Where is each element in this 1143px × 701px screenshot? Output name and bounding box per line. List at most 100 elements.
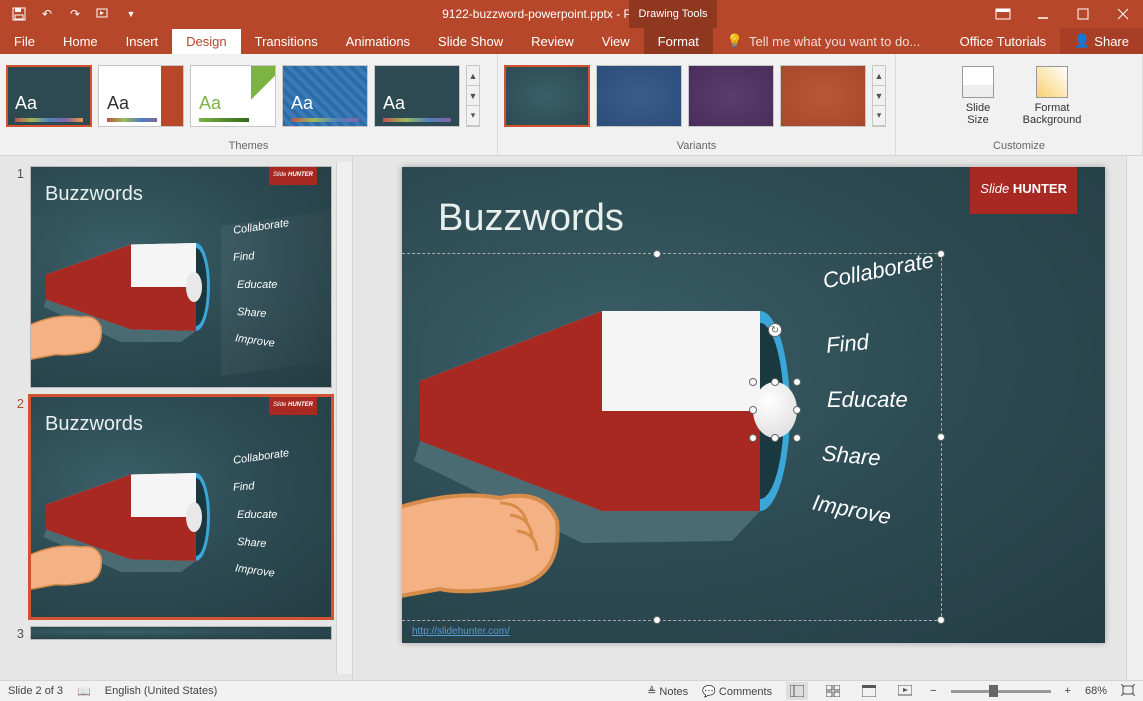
titlebar: ↶ ↷ ▼ 9122-buzzword-powerpoint.pptx - Po… xyxy=(0,0,1143,28)
ribbon-group-themes: Aa Aa Aa Aa Aa ▲▼▾ Themes xyxy=(0,54,498,155)
ribbon-options-button[interactable] xyxy=(983,0,1023,28)
slide-title-text[interactable]: Buzzwords xyxy=(438,197,624,240)
status-language[interactable]: English (United States) xyxy=(105,685,218,697)
theme-aa: Aa xyxy=(291,93,313,114)
status-slide-indicator[interactable]: Slide 2 of 3 xyxy=(8,685,63,697)
tab-slideshow[interactable]: Slide Show xyxy=(424,29,517,54)
editor-scrollbar[interactable] xyxy=(1126,156,1143,680)
megaphone-graphic[interactable] xyxy=(402,263,832,623)
slide-canvas[interactable]: Buzzwords Slide HUNTER Collaborate Find … xyxy=(402,167,1105,643)
slide-number: 2 xyxy=(10,396,24,618)
notes-label: Notes xyxy=(659,686,688,698)
comments-label: Comments xyxy=(719,686,772,698)
thumb-logo-prefix: Slide xyxy=(273,172,286,178)
tab-view[interactable]: View xyxy=(588,29,644,54)
thumb-logo-suffix: HUNTER xyxy=(288,402,313,408)
slide-thumb-2[interactable]: Buzzwords Slide HUNTER Collaborate Find … xyxy=(30,396,332,618)
slide-thumb-1[interactable]: Buzzwords Slide HUNTER Collaborate Find … xyxy=(30,166,332,388)
slide-logo[interactable]: Slide HUNTER xyxy=(970,167,1077,214)
normal-view-button[interactable] xyxy=(786,682,808,700)
rotation-handle[interactable]: ↻ xyxy=(768,323,782,337)
slide-number: 1 xyxy=(10,166,24,388)
slideshow-view-button[interactable] xyxy=(894,682,916,700)
close-button[interactable] xyxy=(1103,0,1143,28)
variant-thumb-4[interactable] xyxy=(780,65,866,127)
maximize-button[interactable] xyxy=(1063,0,1103,28)
spellcheck-icon[interactable]: 📖 xyxy=(77,685,91,698)
thumb-logo-suffix: HUNTER xyxy=(288,172,313,178)
fit-to-window-button[interactable] xyxy=(1121,684,1135,699)
slide-size-icon xyxy=(962,66,994,98)
variant-thumb-2[interactable] xyxy=(596,65,682,127)
tellme-placeholder: Tell me what you want to do... xyxy=(749,34,920,49)
buzzword-share[interactable]: Share xyxy=(821,440,882,471)
tab-file[interactable]: File xyxy=(0,29,49,54)
theme-thumb-5[interactable]: Aa xyxy=(374,65,460,127)
reading-view-button[interactable] xyxy=(858,682,880,700)
quick-access-toolbar: ↶ ↷ ▼ xyxy=(0,2,144,26)
qat-customize-button[interactable]: ▼ xyxy=(118,2,144,26)
tab-transitions[interactable]: Transitions xyxy=(241,29,332,54)
zoom-slider[interactable] xyxy=(951,690,1051,693)
format-background-label: Format Background xyxy=(1023,102,1082,126)
theme-aa: Aa xyxy=(107,93,129,114)
window-title: 9122-buzzword-powerpoint.pptx - PowerPoi… xyxy=(144,7,983,21)
filename: 9122-buzzword-powerpoint.pptx xyxy=(442,7,613,21)
redo-button[interactable]: ↷ xyxy=(62,2,88,26)
theme-thumb-1[interactable]: Aa xyxy=(6,65,92,127)
logo-suffix: HUNTER xyxy=(1013,181,1067,196)
slide-thumbnails-panel: 1 Buzzwords Slide HUNTER Collaborate Fin… xyxy=(0,156,353,680)
zoom-in-button[interactable]: + xyxy=(1065,685,1071,697)
themes-group-label: Themes xyxy=(0,138,497,155)
theme-thumb-4[interactable]: Aa xyxy=(282,65,368,127)
tab-office-tutorials[interactable]: Office Tutorials xyxy=(946,29,1060,54)
slide-size-button[interactable]: Slide Size xyxy=(950,58,1006,134)
notes-button[interactable]: ≜ Notes xyxy=(647,685,688,698)
themes-gallery-more[interactable]: ▲▼▾ xyxy=(466,65,480,127)
theme-thumb-2[interactable]: Aa xyxy=(98,65,184,127)
format-background-button[interactable]: Format Background xyxy=(1016,58,1088,134)
slide-sorter-view-button[interactable] xyxy=(822,682,844,700)
variants-group-label: Variants xyxy=(498,138,895,155)
slide-hyperlink[interactable]: http://slidehunter.com/ xyxy=(412,626,510,637)
person-icon: 👤 xyxy=(1074,33,1090,49)
format-background-icon xyxy=(1036,66,1068,98)
slide-thumb-row-2: 2 Buzzwords Slide HUNTER Collaborate Fin… xyxy=(0,392,336,622)
slide-size-label: Slide Size xyxy=(966,102,990,126)
buzzword-find[interactable]: Find xyxy=(825,329,870,359)
tab-review[interactable]: Review xyxy=(517,29,588,54)
theme-thumb-3[interactable]: Aa xyxy=(190,65,276,127)
variants-gallery-more[interactable]: ▲▼▾ xyxy=(872,65,886,127)
slide-thumb-3[interactable] xyxy=(30,626,332,640)
tab-design[interactable]: Design xyxy=(172,29,240,54)
variant-thumb-3[interactable] xyxy=(688,65,774,127)
ribbon-group-customize: Slide Size Format Background Customize xyxy=(896,54,1143,155)
selected-shape-ellipse[interactable]: ↻ xyxy=(753,382,797,438)
tab-format[interactable]: Format xyxy=(644,29,713,54)
thumb-word: Find xyxy=(233,250,255,263)
ribbon: Aa Aa Aa Aa Aa ▲▼▾ Themes ▲▼▾ Variants S… xyxy=(0,54,1143,156)
contextual-tab-group-label: Drawing Tools xyxy=(629,0,717,28)
ribbon-group-variants: ▲▼▾ Variants xyxy=(498,54,896,155)
slide-thumb-row-3: 3 xyxy=(0,622,336,645)
minimize-button[interactable] xyxy=(1023,0,1063,28)
buzzword-educate[interactable]: Educate xyxy=(827,387,908,413)
save-button[interactable] xyxy=(6,2,32,26)
thumbs-scrollbar[interactable] xyxy=(336,162,352,674)
tab-home[interactable]: Home xyxy=(49,29,112,54)
tellme-search[interactable]: 💡 Tell me what you want to do... xyxy=(713,28,946,54)
share-button[interactable]: 👤 Share xyxy=(1060,28,1143,54)
undo-button[interactable]: ↶ xyxy=(34,2,60,26)
start-from-beginning-button[interactable] xyxy=(90,2,116,26)
theme-aa: Aa xyxy=(383,93,405,114)
logo-prefix: Slide xyxy=(980,181,1009,196)
variant-thumb-1[interactable] xyxy=(504,65,590,127)
slide-thumb-row-1: 1 Buzzwords Slide HUNTER Collaborate Fin… xyxy=(0,162,336,392)
slide-number: 3 xyxy=(10,626,24,641)
comments-button[interactable]: 💬 Comments xyxy=(702,685,772,698)
zoom-out-button[interactable]: − xyxy=(930,685,936,697)
tab-animations[interactable]: Animations xyxy=(332,29,424,54)
tab-insert[interactable]: Insert xyxy=(112,29,173,54)
zoom-level[interactable]: 68% xyxy=(1085,685,1107,697)
window-controls xyxy=(983,0,1143,28)
